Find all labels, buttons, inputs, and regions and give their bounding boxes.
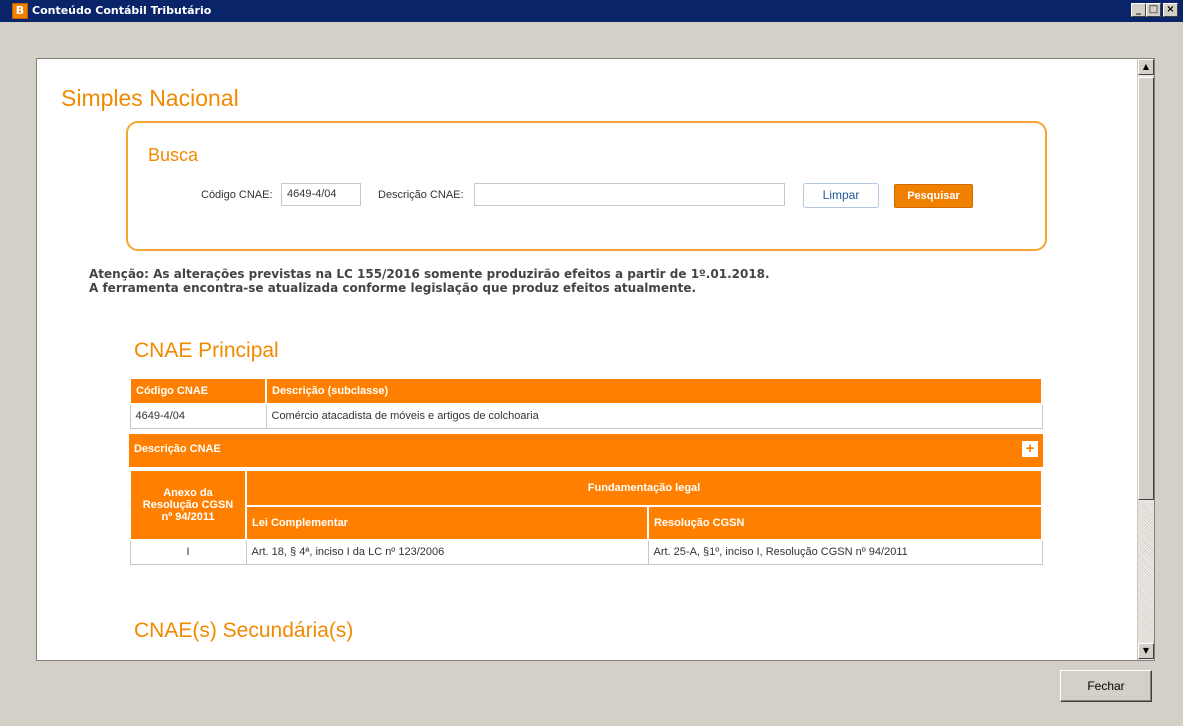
scroll-track[interactable]	[1138, 502, 1154, 642]
cell-resolucao: Art. 25-A, §1º, inciso I, Resolução CGSN…	[647, 539, 1043, 565]
header-resolucao-cgsn: Resolução CGSN	[647, 505, 1043, 541]
vertical-scrollbar[interactable]: ▲ ▼	[1137, 59, 1154, 660]
fechar-button[interactable]: Fechar	[1060, 670, 1152, 702]
fundamentacao-table: Anexo da Resolução CGSN nº 94/2011 Funda…	[129, 469, 1043, 565]
content-panel: Simples Nacional Busca Código CNAE: 4649…	[36, 58, 1155, 661]
page-title: Simples Nacional	[61, 85, 239, 111]
scroll-down-icon[interactable]: ▼	[1138, 643, 1154, 659]
header-fundamentacao-legal: Fundamentação legal	[245, 469, 1043, 507]
limpar-button[interactable]: Limpar	[803, 183, 879, 208]
descricao-cnae-bar[interactable]: Descrição CNAE +	[129, 434, 1043, 467]
header-anexo: Anexo da Resolução CGSN nº 94/2011	[129, 469, 247, 541]
pesquisar-button[interactable]: Pesquisar	[894, 184, 973, 208]
cell-codigo: 4649-4/04	[129, 403, 267, 429]
minimize-button[interactable]: _	[1131, 3, 1146, 17]
expand-plus-icon[interactable]: +	[1022, 441, 1038, 457]
cell-descricao: Comércio atacadista de móveis e artigos …	[265, 403, 1043, 429]
app-icon: B	[12, 3, 28, 19]
aviso-line-1: Atenção: As alterações previstas na LC 1…	[89, 267, 770, 281]
descricao-cnae-label: Descrição CNAE:	[378, 189, 464, 201]
scroll-thumb[interactable]	[1138, 77, 1154, 500]
codigo-cnae-label: Código CNAE:	[201, 189, 273, 201]
cnae-secundarias-title: CNAE(s) Secundária(s)	[134, 619, 354, 642]
title-bar: B Conteúdo Contábil Tributário _ □ ×	[0, 0, 1183, 22]
cell-lei: Art. 18, § 4ª, inciso I da LC nº 123/200…	[245, 539, 649, 565]
table-row: 4649-4/04 Comércio atacadista de móveis …	[129, 403, 1043, 429]
cnae-principal-table: Código CNAE Descrição (subclasse) 4649-4…	[129, 377, 1043, 429]
cell-anexo: I	[129, 539, 247, 565]
descricao-cnae-bar-label: Descrição CNAE	[134, 443, 221, 455]
header-descricao-subclasse: Descrição (subclasse)	[265, 377, 1043, 405]
close-button[interactable]: ×	[1163, 3, 1178, 17]
maximize-button[interactable]: □	[1146, 3, 1161, 17]
header-codigo-cnae: Código CNAE	[129, 377, 267, 405]
scroll-up-icon[interactable]: ▲	[1138, 59, 1154, 75]
descricao-cnae-input[interactable]	[474, 183, 785, 206]
search-title: Busca	[148, 145, 199, 165]
aviso-line-2: A ferramenta encontra-se atualizada conf…	[89, 281, 697, 295]
window-title: Conteúdo Contábil Tributário	[32, 4, 212, 17]
table-row: I Art. 18, § 4ª, inciso I da LC nº 123/2…	[129, 539, 1043, 565]
cnae-principal-title: CNAE Principal	[134, 339, 279, 362]
header-lei-complementar: Lei Complementar	[245, 505, 649, 541]
codigo-cnae-input[interactable]: 4649-4/04	[281, 183, 361, 206]
